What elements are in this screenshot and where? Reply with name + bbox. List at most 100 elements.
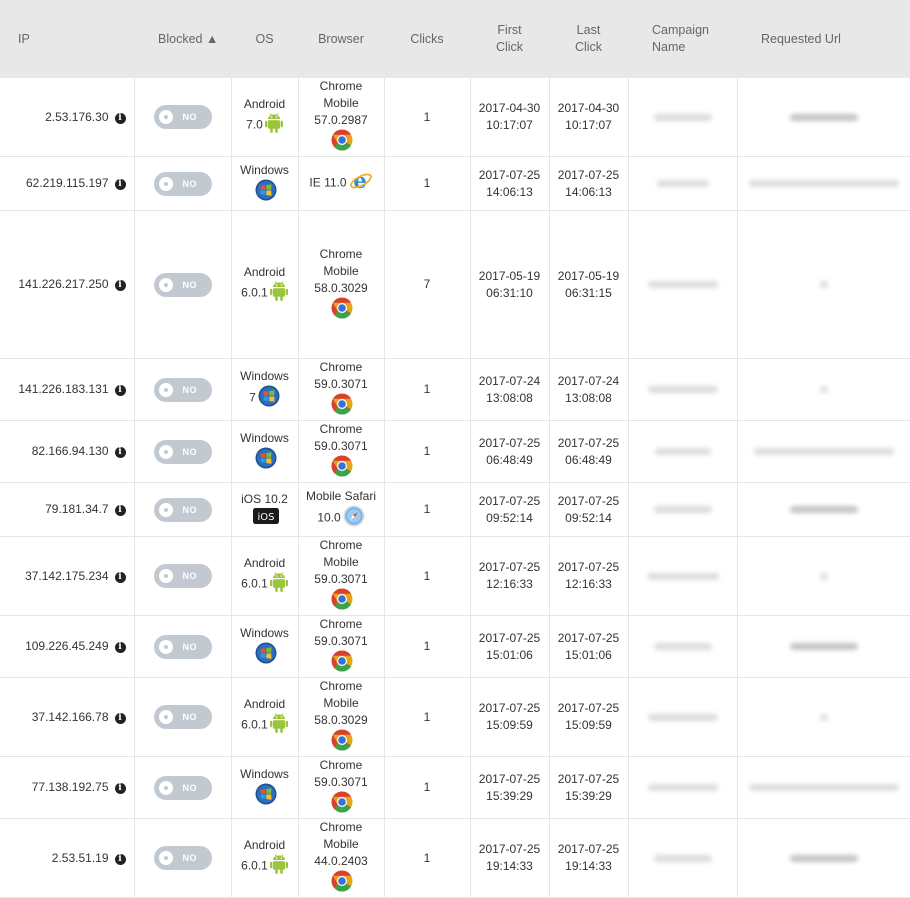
- chrome-icon: [331, 297, 353, 324]
- os-name: Android: [243, 838, 286, 852]
- ip-address: 2.53.176.30: [45, 109, 109, 124]
- browser-cell: Chrome Mobile 58.0.3029: [298, 210, 385, 359]
- blocked-toggle[interactable]: NO: [153, 171, 212, 196]
- blocked-toggle[interactable]: NO: [153, 775, 212, 800]
- last-click-date: 2017-07-25: [557, 630, 620, 645]
- campaign-name-cell: [628, 78, 738, 157]
- blocked-toggle[interactable]: NO: [153, 564, 212, 588]
- col-header-blocked[interactable]: Blocked ▲: [134, 0, 231, 78]
- info-icon[interactable]: i: [114, 853, 126, 865]
- clicks-cell: 1: [384, 677, 471, 757]
- first-click-time: 15:09:59: [486, 718, 533, 732]
- toggle-knob: [158, 382, 173, 397]
- last-click-cell: 2017-07-25 14:06:13: [549, 156, 629, 211]
- info-icon[interactable]: i: [114, 642, 126, 653]
- table-row: 109.226.45.249 i NO Windows Chrome 59.0.3…: [0, 615, 910, 678]
- campaign-name-cell: [628, 615, 738, 678]
- info-icon[interactable]: i: [114, 179, 126, 190]
- blocked-cell: NO: [134, 210, 232, 359]
- ip-cell: 141.226.217.250 i: [0, 210, 135, 359]
- clicks-table: IP Blocked ▲ OS Browser Clicks First Cli…: [0, 0, 910, 898]
- last-click-date: 2017-07-25: [557, 771, 620, 786]
- last-click-cell: 2017-07-25 12:16:33: [549, 536, 629, 616]
- info-icon[interactable]: i: [114, 783, 126, 794]
- col-header-requested-url[interactable]: Requested Url: [737, 0, 910, 78]
- blocked-toggle[interactable]: NO: [153, 439, 212, 464]
- blocked-toggle[interactable]: NO: [153, 105, 212, 129]
- toggle-label: NO: [182, 384, 197, 395]
- table-row: 141.226.217.250 i NO Android 6.0.1 Chrome…: [0, 210, 910, 359]
- ip-address: 109.226.45.249: [25, 639, 109, 653]
- browser-cell: Chrome Mobile 44.0.2403: [298, 818, 385, 898]
- blocked-cell: NO: [134, 818, 232, 898]
- blocked-toggle[interactable]: NO: [153, 272, 212, 297]
- toggle-label: NO: [182, 782, 197, 793]
- table-row: 2.53.176.30 i NO Android 7.0 Chrome Mobil…: [0, 78, 910, 157]
- browser-version: 58.0.3029: [314, 280, 368, 295]
- table-row: 79.181.34.7 i NO iOS 10.2 iOS Mobile Safa…: [0, 482, 910, 537]
- blocked-toggle[interactable]: NO: [153, 846, 212, 870]
- blocked-toggle[interactable]: NO: [153, 634, 212, 659]
- redacted-campaign-name: [647, 713, 718, 721]
- blocked-cell: NO: [134, 156, 232, 211]
- browser-cell: Chrome 59.0.3071: [298, 615, 385, 678]
- browser-name: Chrome: [319, 617, 363, 631]
- chrome-icon: [331, 650, 353, 677]
- info-icon[interactable]: i: [114, 447, 126, 458]
- blocked-toggle[interactable]: NO: [153, 497, 212, 522]
- col-header-clicks[interactable]: Clicks: [384, 0, 470, 78]
- col-header-os[interactable]: OS: [231, 0, 298, 78]
- last-click-cell: 2017-07-25 15:09:59: [549, 677, 629, 757]
- info-icon[interactable]: i: [114, 385, 126, 396]
- clicks-cell: 1: [384, 756, 471, 819]
- browser-name: Chrome Mobile: [319, 679, 363, 710]
- ip-cell: 2.53.51.19 i: [0, 818, 135, 898]
- browser-cell: Chrome Mobile 59.0.3071: [298, 536, 385, 616]
- first-click-cell: 2017-07-25 15:09:59: [470, 677, 550, 757]
- windows-icon: [255, 642, 277, 669]
- requested-url-cell: [737, 818, 910, 898]
- blocked-cell: NO: [134, 756, 232, 819]
- redacted-requested-url: [748, 784, 899, 792]
- toggle-label: NO: [182, 571, 197, 581]
- last-click-date: 2017-04-30: [557, 101, 620, 115]
- redacted-requested-url: [819, 281, 828, 289]
- info-icon[interactable]: i: [114, 112, 126, 124]
- os-cell: Windows: [231, 615, 299, 678]
- info-icon[interactable]: i: [114, 712, 126, 724]
- ip-address: 79.181.34.7: [45, 502, 109, 516]
- chrome-icon: [331, 729, 353, 756]
- blocked-cell: NO: [134, 482, 232, 537]
- os-name: Android: [243, 556, 286, 570]
- col-header-first-click[interactable]: First Click: [470, 0, 549, 78]
- col-header-browser[interactable]: Browser: [298, 0, 384, 78]
- campaign-name-cell: [628, 210, 738, 359]
- os-name: Windows: [240, 162, 289, 177]
- last-click-cell: 2017-07-25 15:01:06: [549, 615, 629, 678]
- info-icon[interactable]: i: [114, 505, 126, 516]
- browser-version: 59.0.3071: [314, 439, 368, 453]
- blocked-toggle[interactable]: NO: [153, 705, 212, 729]
- ip-cell: 77.138.192.75 i: [0, 756, 135, 819]
- toggle-knob: [158, 639, 173, 654]
- chrome-icon: [331, 393, 353, 420]
- last-click-time: 14:06:13: [565, 184, 612, 199]
- browser-cell: Chrome Mobile 57.0.2987: [298, 78, 385, 157]
- info-icon[interactable]: i: [114, 571, 126, 583]
- last-click-date: 2017-07-25: [557, 167, 620, 182]
- col-header-campaign-name[interactable]: Campaign Name: [628, 0, 737, 78]
- last-click-cell: 2017-07-25 15:39:29: [549, 756, 629, 819]
- first-click-date: 2017-07-25: [478, 701, 541, 715]
- col-header-ip[interactable]: IP: [0, 0, 134, 78]
- redacted-campaign-name: [646, 572, 719, 580]
- campaign-name-cell: [628, 818, 738, 898]
- col-header-last-click[interactable]: Last Click: [549, 0, 628, 78]
- os-name: Android: [243, 264, 286, 279]
- first-click-cell: 2017-07-25 12:16:33: [470, 536, 550, 616]
- blocked-toggle[interactable]: NO: [153, 377, 212, 402]
- info-icon[interactable]: i: [114, 280, 126, 291]
- first-click-time: 14:06:13: [486, 184, 533, 199]
- toggle-label: NO: [182, 446, 197, 457]
- first-click-time: 09:52:14: [486, 510, 533, 525]
- first-click-date: 2017-07-25: [478, 771, 541, 786]
